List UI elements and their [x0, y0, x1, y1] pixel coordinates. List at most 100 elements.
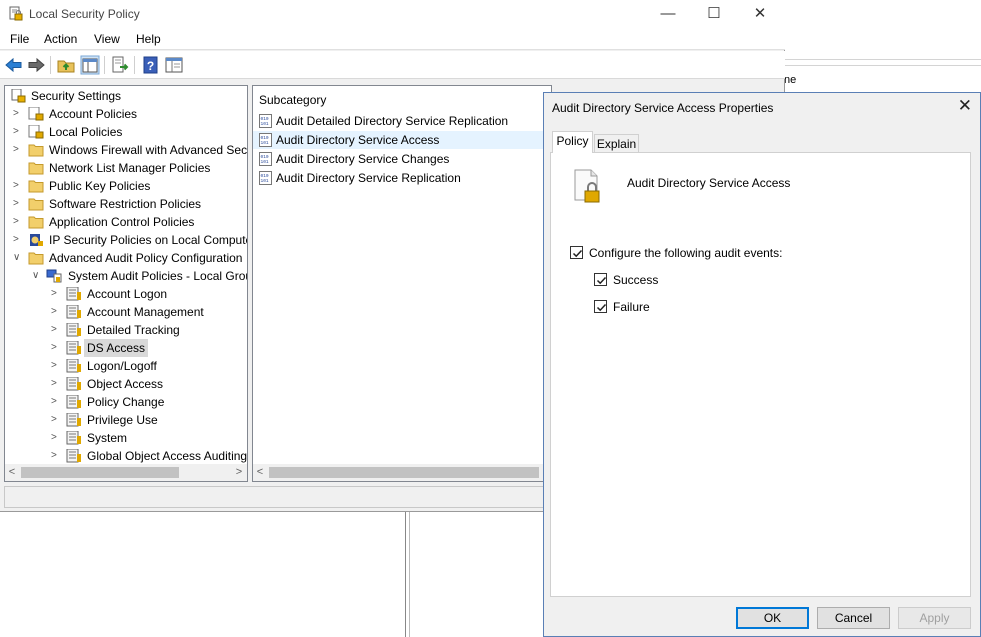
tree-subitem[interactable]: > System [5, 429, 247, 447]
expand-chevron-icon[interactable]: > [51, 447, 61, 465]
apply-button[interactable]: Apply [898, 607, 971, 629]
tree-item[interactable]: ∨ Advanced Audit Policy Configuration [5, 249, 247, 267]
tree-subitem[interactable]: > Global Object Access Auditing [5, 447, 247, 465]
audit-policy-icon [66, 395, 81, 409]
scroll-left-arrow[interactable]: < [5, 464, 19, 481]
tree-subitem[interactable]: > Object Access [5, 375, 247, 393]
expand-chevron-icon[interactable]: > [13, 231, 23, 249]
scroll-right-arrow[interactable]: > [232, 464, 246, 481]
tree-item[interactable]: > Public Key Policies [5, 177, 247, 195]
tree-subitem[interactable]: > Policy Change [5, 393, 247, 411]
tree-item-label: Account Logon [87, 287, 168, 301]
audit-policy-icon [66, 377, 81, 391]
tab-policy[interactable]: Policy [552, 131, 593, 153]
tree-item[interactable]: > Application Control Policies [5, 213, 247, 231]
security-policy-icon [9, 6, 23, 21]
column-header-subcategory[interactable]: Subcategory [259, 93, 326, 107]
scroll-thumb[interactable] [21, 467, 179, 478]
audit-subcategory-icon: 010101 [259, 133, 272, 147]
up-folder-icon[interactable] [56, 55, 76, 75]
properties-dialog: Audit Directory Service Access Propertie… [543, 92, 981, 637]
list-item[interactable]: 010 101 Audit Directory Service Changes [259, 150, 551, 168]
tree-root[interactable]: Security Settings [9, 87, 247, 105]
expand-chevron-icon[interactable]: > [51, 303, 61, 321]
title-bar[interactable]: Local Security Policy — ☐ ✕ [0, 0, 785, 29]
tree-item[interactable]: > Local Policies [5, 123, 247, 141]
tree-subitem[interactable]: > Logon/Logoff [5, 357, 247, 375]
expand-chevron-icon[interactable]: ∨ [13, 249, 23, 267]
scroll-thumb[interactable] [269, 467, 539, 478]
expand-chevron-icon[interactable]: ∨ [32, 267, 42, 285]
audit-policy-icon [66, 431, 81, 445]
tree-item[interactable]: > Software Restriction Policies [5, 195, 247, 213]
ok-button[interactable]: OK [736, 607, 809, 629]
tree-item[interactable]: > Account Policies [5, 105, 247, 123]
export-list-icon[interactable] [110, 55, 130, 75]
show-hide-tree-icon[interactable] [80, 55, 100, 75]
tree-item-label: Windows Firewall with Advanced Secu [49, 143, 248, 157]
menu-bar: File Action View Help [0, 29, 785, 50]
expand-chevron-icon[interactable]: > [13, 195, 23, 213]
list-horizontal-scrollbar[interactable]: < [253, 464, 543, 481]
list-item[interactable]: 010 101 Audit Directory Service Access [253, 131, 551, 149]
tree-horizontal-scrollbar[interactable]: < > [5, 464, 247, 481]
list-item[interactable]: 010 101 Audit Directory Service Replicatio… [259, 169, 551, 187]
expand-chevron-icon[interactable]: > [13, 123, 23, 141]
properties-view-icon[interactable] [164, 55, 184, 75]
forward-icon[interactable] [26, 55, 46, 75]
audit-subcategory-icon: 010101 [259, 114, 272, 128]
expand-chevron-icon[interactable]: > [13, 105, 23, 123]
checkmark-icon [572, 249, 583, 258]
checkbox-box[interactable] [570, 246, 583, 259]
expand-chevron-icon[interactable]: > [51, 429, 61, 447]
tree-subitem[interactable]: > Detailed Tracking [5, 321, 247, 339]
tree-subitem[interactable]: > Privilege Use [5, 411, 247, 429]
policy-document-lock-icon [574, 169, 600, 203]
svg-text:101: 101 [261, 159, 269, 165]
menu-help[interactable]: Help [136, 32, 161, 46]
tree-item[interactable]: Network List Manager Policies [5, 159, 247, 177]
tree-subitem[interactable]: > DS Access [5, 339, 247, 357]
minimize-button[interactable]: — [645, 0, 691, 29]
scroll-left-arrow[interactable]: < [253, 464, 267, 481]
list-item-label: Audit Directory Service Replication [276, 171, 461, 185]
expand-chevron-icon[interactable]: > [51, 339, 61, 357]
menu-file[interactable]: File [10, 32, 29, 46]
menu-view[interactable]: View [94, 32, 120, 46]
dialog-close-button[interactable]: ✕ [958, 96, 972, 116]
expand-chevron-icon[interactable]: > [13, 141, 23, 159]
expand-chevron-icon[interactable]: > [51, 285, 61, 303]
tree-item[interactable]: > Windows Firewall with Advanced Secu [5, 141, 248, 159]
tab-explain[interactable]: Explain [594, 134, 639, 154]
tree-item[interactable]: > IP Security Policies on Local Compute [5, 231, 247, 249]
maximize-button[interactable]: ☐ [691, 0, 737, 29]
expand-chevron-icon[interactable]: > [13, 177, 23, 195]
toolbar-separator [50, 56, 51, 74]
tree-item-label: Object Access [87, 377, 164, 391]
folder-icon [28, 216, 44, 229]
checkbox-box[interactable] [594, 300, 607, 313]
expand-chevron-icon[interactable]: > [13, 213, 23, 231]
expand-chevron-icon[interactable]: > [51, 375, 61, 393]
expand-chevron-icon[interactable]: > [51, 321, 61, 339]
computer-policy-icon [46, 269, 62, 283]
tree-subitem[interactable]: > Account Logon [5, 285, 247, 303]
close-button[interactable]: ✕ [737, 0, 783, 29]
help-icon[interactable]: ? [141, 55, 161, 75]
checkbox-box[interactable] [594, 273, 607, 286]
cancel-button[interactable]: Cancel [817, 607, 890, 629]
back-icon[interactable] [4, 55, 24, 75]
checkmark-icon [596, 276, 607, 285]
tree-item-label: Local Policies [49, 125, 123, 139]
console-tree: Security Settings > Account Policies > Loca… [4, 85, 248, 482]
menu-action[interactable]: Action [44, 32, 77, 46]
tree-subitem[interactable]: > Account Management [5, 303, 247, 321]
list-item[interactable]: 010 101 Audit Detailed Directory Service R… [259, 112, 551, 130]
tree-item-label: Network List Manager Policies [49, 161, 211, 175]
tree-item-system-audit[interactable]: ∨ System Audit Policies - Local Grou [5, 267, 247, 285]
expand-chevron-icon[interactable]: > [51, 357, 61, 375]
tree-item-label: Advanced Audit Policy Configuration [49, 251, 243, 265]
expand-chevron-icon[interactable]: > [51, 411, 61, 429]
tree-item-label: Public Key Policies [49, 179, 151, 193]
expand-chevron-icon[interactable]: > [51, 393, 61, 411]
